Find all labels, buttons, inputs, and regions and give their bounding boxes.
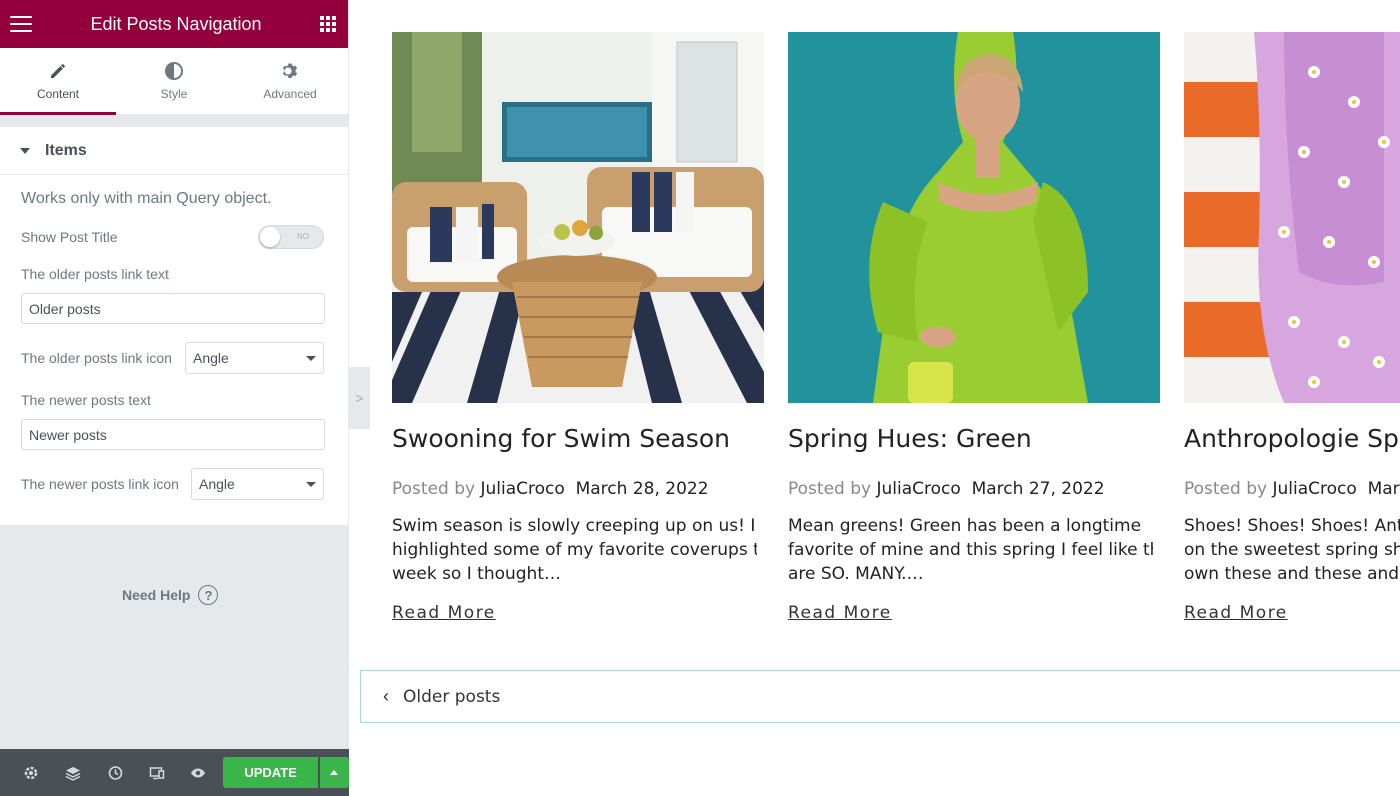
- newer-icon-value: Angle: [199, 476, 235, 492]
- post-image-sandal[interactable]: [1184, 32, 1400, 403]
- show-post-title-row: Show Post Title NO: [21, 225, 324, 249]
- widgets-grid-icon[interactable]: [320, 16, 336, 32]
- post-author[interactable]: JuliaCroco: [1272, 479, 1356, 499]
- posted-by-label: Posted by: [392, 479, 476, 499]
- excerpt-line: own these and these and al: [1184, 564, 1400, 584]
- post-card: Swooning for Swim Season Posted by Julia…: [392, 32, 764, 623]
- post-meta: Posted by JuliaCroco March: [1184, 479, 1400, 499]
- read-more-link[interactable]: Read More: [392, 603, 496, 623]
- post-excerpt: Mean greens! Green has been a longtime f…: [788, 514, 1153, 586]
- read-more-link[interactable]: Read More: [1184, 603, 1288, 623]
- chevron-down-icon: [306, 481, 316, 487]
- post-meta: Posted by JuliaCroco March 28, 2022: [392, 479, 764, 499]
- help-area: Need Help ?: [0, 525, 349, 749]
- excerpt-line: highlighted some of my favorite coverups…: [392, 540, 757, 560]
- panel-title: Edit Posts Navigation: [90, 13, 262, 34]
- post-date: March 27, 2022: [971, 479, 1105, 499]
- settings-icon[interactable]: [10, 749, 52, 796]
- tab-content-label: Content: [36, 87, 80, 101]
- post-card: Spring Hues: Green Posted by JuliaCroco …: [788, 32, 1160, 623]
- post-date: March: [1367, 479, 1400, 499]
- post-meta: Posted by JuliaCroco March 27, 2022: [788, 479, 1160, 499]
- tab-style[interactable]: Style: [116, 48, 232, 114]
- menu-icon[interactable]: [10, 16, 32, 32]
- tab-advanced[interactable]: Advanced: [232, 48, 348, 114]
- post-title[interactable]: Swooning for Swim Season: [392, 424, 764, 453]
- newer-icon-row: The newer posts link icon Angle: [21, 468, 324, 500]
- history-icon[interactable]: [94, 749, 136, 796]
- half-circle-icon: [164, 61, 184, 81]
- tab-style-label: Style: [160, 87, 188, 101]
- excerpt-line: favorite of mine and this spring I feel …: [788, 540, 1153, 560]
- older-icon-label: The older posts link icon: [21, 350, 172, 366]
- panel-footer: UPDATE: [0, 749, 350, 796]
- question-icon: ?: [198, 585, 219, 605]
- excerpt-line: are SO. MANY.…: [788, 564, 924, 584]
- older-text-input[interactable]: Older posts: [21, 293, 325, 324]
- section-title: Items: [45, 141, 87, 159]
- responsive-icon[interactable]: [136, 749, 178, 796]
- tab-divider: [0, 115, 348, 127]
- newer-icon-label: The newer posts link icon: [21, 476, 179, 492]
- older-posts-link[interactable]: ‹ Older posts: [360, 670, 1400, 723]
- caret-up-icon: [330, 770, 339, 775]
- update-options-button[interactable]: [319, 757, 350, 788]
- older-icon-value: Angle: [193, 350, 229, 366]
- post-excerpt: Shoes! Shoes! Shoes! Anthro on the sweet…: [1184, 514, 1400, 586]
- post-author[interactable]: JuliaCroco: [876, 479, 960, 499]
- editor-panel: Edit Posts Navigation Content Style Adva…: [0, 0, 350, 796]
- toggle-knob: [260, 227, 280, 247]
- update-button[interactable]: UPDATE: [223, 757, 318, 788]
- excerpt-line: on the sweetest spring shoe: [1184, 540, 1400, 560]
- older-icon-row: The older posts link icon Angle: [21, 342, 324, 374]
- page-preview: Swooning for Swim Season Posted by Julia…: [350, 0, 1400, 796]
- show-post-title-label: Show Post Title: [21, 229, 118, 245]
- older-icon-select[interactable]: Angle: [185, 342, 324, 374]
- excerpt-line: week so I thought…: [392, 564, 561, 584]
- post-card: Anthropologie Sprin Posted by JuliaCroco…: [1184, 32, 1400, 623]
- excerpt-line: Shoes! Shoes! Shoes! Anthro: [1184, 516, 1400, 536]
- caret-down-icon: [20, 147, 30, 154]
- posted-by-label: Posted by: [788, 479, 872, 499]
- eye-icon[interactable]: [178, 749, 220, 796]
- newer-text-label: The newer posts text: [21, 392, 151, 408]
- read-more-link[interactable]: Read More: [788, 603, 892, 623]
- older-posts-label: Older posts: [403, 686, 501, 707]
- post-image-patio[interactable]: [392, 32, 764, 403]
- post-title[interactable]: Spring Hues: Green: [788, 424, 1160, 453]
- gear-icon: [280, 61, 300, 81]
- show-post-title-toggle[interactable]: NO: [258, 225, 324, 249]
- toggle-off-text: NO: [297, 232, 309, 241]
- query-note: Works only with main Query object.: [21, 190, 272, 207]
- newer-text-input[interactable]: Newer posts: [21, 419, 325, 450]
- pencil-icon: [49, 61, 67, 81]
- controls: Works only with main Query object. Show …: [0, 190, 348, 500]
- posted-by-label: Posted by: [1184, 479, 1268, 499]
- excerpt-line: Swim season is slowly creeping up on us!…: [392, 516, 756, 536]
- need-help-link[interactable]: Need Help ?: [122, 585, 219, 605]
- newer-icon-select[interactable]: Angle: [191, 468, 324, 500]
- excerpt-line: Mean greens! Green has been a longtime: [788, 516, 1142, 536]
- older-text-label: The older posts link text: [21, 266, 169, 282]
- chevron-down-icon: [306, 355, 316, 361]
- section-items-toggle[interactable]: Items: [0, 127, 348, 175]
- panel-header: Edit Posts Navigation: [0, 0, 348, 48]
- post-image-green-dress[interactable]: [788, 32, 1160, 403]
- tab-content[interactable]: Content: [0, 48, 116, 115]
- tab-advanced-label: Advanced: [263, 87, 317, 101]
- layers-icon[interactable]: [52, 749, 94, 796]
- post-excerpt: Swim season is slowly creeping up on us!…: [392, 514, 757, 586]
- need-help-label: Need Help: [122, 587, 191, 603]
- post-date: March 28, 2022: [575, 479, 709, 499]
- panel-tabs: Content Style Advanced: [0, 48, 348, 115]
- post-author[interactable]: JuliaCroco: [480, 479, 564, 499]
- chevron-left-icon: ‹: [383, 686, 389, 706]
- post-title[interactable]: Anthropologie Sprin: [1184, 424, 1400, 453]
